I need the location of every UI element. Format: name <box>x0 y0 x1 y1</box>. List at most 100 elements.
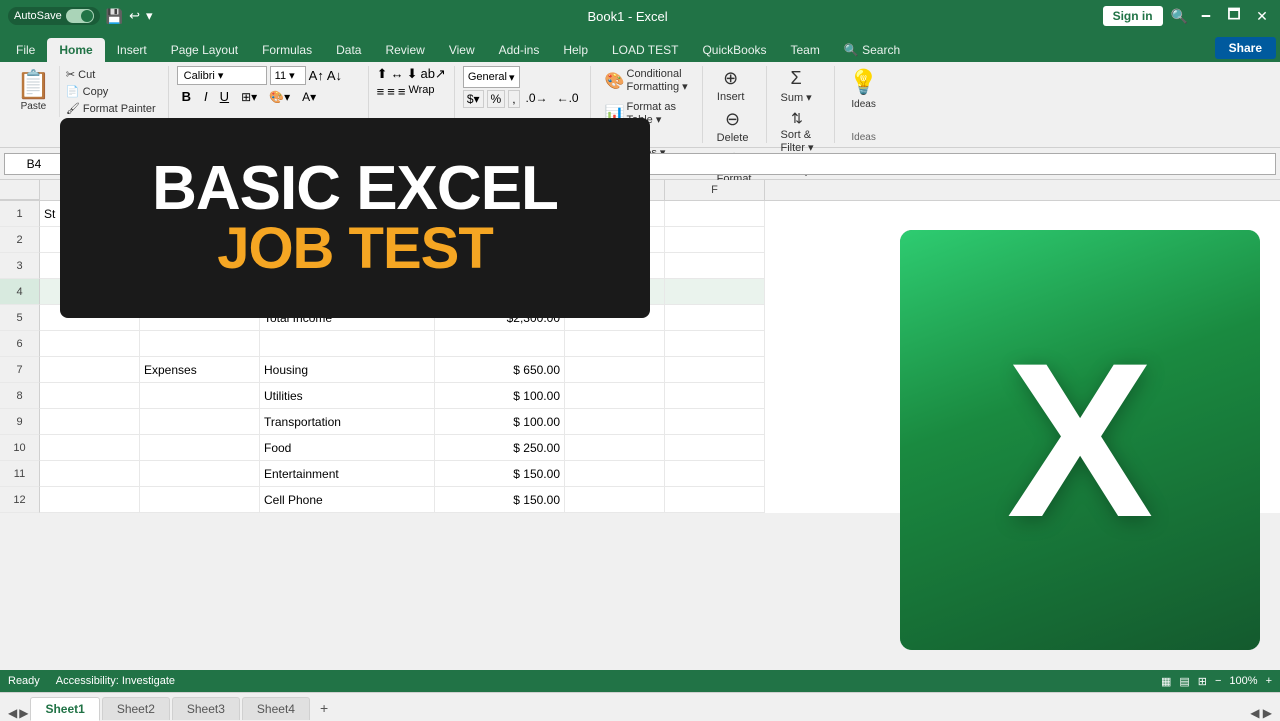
toolbar-icon-customize[interactable]: ▾ <box>146 8 153 24</box>
cell-f9[interactable] <box>665 409 765 435</box>
insert-cells-button[interactable]: ⊕ Insert <box>711 66 751 105</box>
paste-button[interactable]: 📋 Paste <box>8 66 60 117</box>
cell-a11[interactable] <box>40 461 140 487</box>
align-right-btn[interactable]: ≡ <box>398 84 406 99</box>
cell-e6[interactable] <box>565 331 665 357</box>
row-header-7[interactable]: 7 <box>0 357 40 383</box>
align-bot-btn[interactable]: ⬇ <box>407 66 418 82</box>
cell-b9[interactable] <box>140 409 260 435</box>
format-painter-button[interactable]: 🖌 Format Painter <box>62 100 160 117</box>
toolbar-icon-save[interactable]: 💾 <box>106 8 123 25</box>
wrap-text-btn[interactable]: Wrap <box>408 84 434 99</box>
row-header-8[interactable]: 8 <box>0 383 40 409</box>
cell-f5[interactable] <box>665 305 765 331</box>
tab-search[interactable]: 🔍 Search <box>832 38 912 62</box>
sheet-nav-arrows[interactable]: ◀ ▶ <box>1250 706 1272 720</box>
close-button[interactable]: ✕ <box>1252 6 1272 26</box>
cell-b10[interactable] <box>140 435 260 461</box>
increase-decimal-btn[interactable]: .0→ <box>523 90 551 108</box>
row-header-1[interactable]: 1 <box>0 201 40 227</box>
decrease-decimal-btn[interactable]: ←.0 <box>554 90 582 108</box>
currency-btn[interactable]: $▾ <box>463 90 484 108</box>
cell-f12[interactable] <box>665 487 765 513</box>
cell-c8[interactable]: Utilities <box>260 383 435 409</box>
cell-c10[interactable]: Food <box>260 435 435 461</box>
sheet-tab-sheet4[interactable]: Sheet4 <box>242 697 310 720</box>
row-header-10[interactable]: 10 <box>0 435 40 461</box>
tab-home[interactable]: Home <box>47 38 104 62</box>
cell-b12[interactable] <box>140 487 260 513</box>
cell-a7[interactable] <box>40 357 140 383</box>
cell-c7[interactable]: Housing <box>260 357 435 383</box>
cell-b8[interactable] <box>140 383 260 409</box>
align-mid-btn[interactable]: ↔ <box>391 66 404 82</box>
align-top-btn[interactable]: ⬆ <box>377 66 388 82</box>
cell-e9[interactable] <box>565 409 665 435</box>
cell-d8[interactable]: $ 100.00 <box>435 383 565 409</box>
percent-btn[interactable]: % <box>487 90 506 108</box>
cell-f3[interactable] <box>665 253 765 279</box>
align-left-btn[interactable]: ≡ <box>377 84 385 99</box>
cell-f10[interactable] <box>665 435 765 461</box>
toolbar-icon-undo[interactable]: ↩ <box>129 8 140 24</box>
cell-a12[interactable] <box>40 487 140 513</box>
tab-insert[interactable]: Insert <box>105 38 159 62</box>
font-size-dropdown[interactable]: 11 ▾ <box>270 66 306 85</box>
cell-reference-box[interactable]: B4 <box>4 153 64 175</box>
row-header-2[interactable]: 2 <box>0 227 40 253</box>
autosave-switch[interactable] <box>66 9 94 23</box>
cell-d9[interactable]: $ 100.00 <box>435 409 565 435</box>
cell-f6[interactable] <box>665 331 765 357</box>
font-name-dropdown[interactable]: Calibri ▾ <box>177 66 267 85</box>
cell-d6[interactable] <box>435 331 565 357</box>
copy-button[interactable]: 📄 Copy <box>62 83 160 100</box>
number-format-dropdown[interactable]: General ▾ <box>463 66 520 88</box>
tab-file[interactable]: File <box>4 38 47 62</box>
sheet-scroll-right[interactable]: ▶ <box>19 706 28 720</box>
cell-a6[interactable] <box>40 331 140 357</box>
delete-cells-button[interactable]: ⊖ Delete <box>711 107 755 146</box>
comma-btn[interactable]: , <box>508 90 519 108</box>
cell-d7[interactable]: $ 650.00 <box>435 357 565 383</box>
share-button[interactable]: Share <box>1215 37 1276 59</box>
cell-e11[interactable] <box>565 461 665 487</box>
normal-view-btn[interactable]: ▦ <box>1161 675 1171 688</box>
cell-f1[interactable] <box>665 201 765 227</box>
increase-font-btn[interactable]: A↑ <box>309 68 324 83</box>
cell-f7[interactable] <box>665 357 765 383</box>
conditional-formatting-button[interactable]: 🎨 ConditionalFormatting ▾ <box>599 66 694 95</box>
cell-f2[interactable] <box>665 227 765 253</box>
cell-f4[interactable] <box>665 279 765 305</box>
row-header-12[interactable]: 12 <box>0 487 40 513</box>
cell-d10[interactable]: $ 250.00 <box>435 435 565 461</box>
cell-b6[interactable] <box>140 331 260 357</box>
sheet-tab-sheet1[interactable]: Sheet1 <box>30 697 99 721</box>
col-header-f[interactable]: F <box>665 180 765 200</box>
tab-view[interactable]: View <box>437 38 487 62</box>
page-break-btn[interactable]: ⊞ <box>1198 675 1207 688</box>
tab-data[interactable]: Data <box>324 38 373 62</box>
autosum-button[interactable]: Σ Sum ▾ <box>775 66 818 106</box>
row-header-4[interactable]: 4 <box>0 279 40 305</box>
cell-f8[interactable] <box>665 383 765 409</box>
sort-filter-button[interactable]: ⇅ Sort &Filter ▾ <box>775 108 820 156</box>
cell-e7[interactable] <box>565 357 665 383</box>
fill-color-button[interactable]: 🎨▾ <box>265 89 294 105</box>
add-sheet-button[interactable]: + <box>312 696 336 720</box>
cell-c9[interactable]: Transportation <box>260 409 435 435</box>
tab-addins[interactable]: Add-ins <box>487 38 552 62</box>
tab-team[interactable]: Team <box>779 38 832 62</box>
tab-page-layout[interactable]: Page Layout <box>159 38 250 62</box>
zoom-in-btn[interactable]: + <box>1266 675 1272 687</box>
sheet-tab-sheet2[interactable]: Sheet2 <box>102 697 170 720</box>
tab-loadtest[interactable]: LOAD TEST <box>600 38 690 62</box>
align-center-btn[interactable]: ≡ <box>387 84 395 99</box>
maximize-button[interactable]: 🗖 <box>1224 6 1244 26</box>
cell-f11[interactable] <box>665 461 765 487</box>
tab-help[interactable]: Help <box>551 38 600 62</box>
sheet-scroll-left[interactable]: ◀ <box>8 706 17 720</box>
row-header-5[interactable]: 5 <box>0 305 40 331</box>
border-button[interactable]: ⊞▾ <box>237 89 261 105</box>
tab-quickbooks[interactable]: QuickBooks <box>690 38 778 62</box>
font-color-button[interactable]: A▾ <box>298 89 320 105</box>
